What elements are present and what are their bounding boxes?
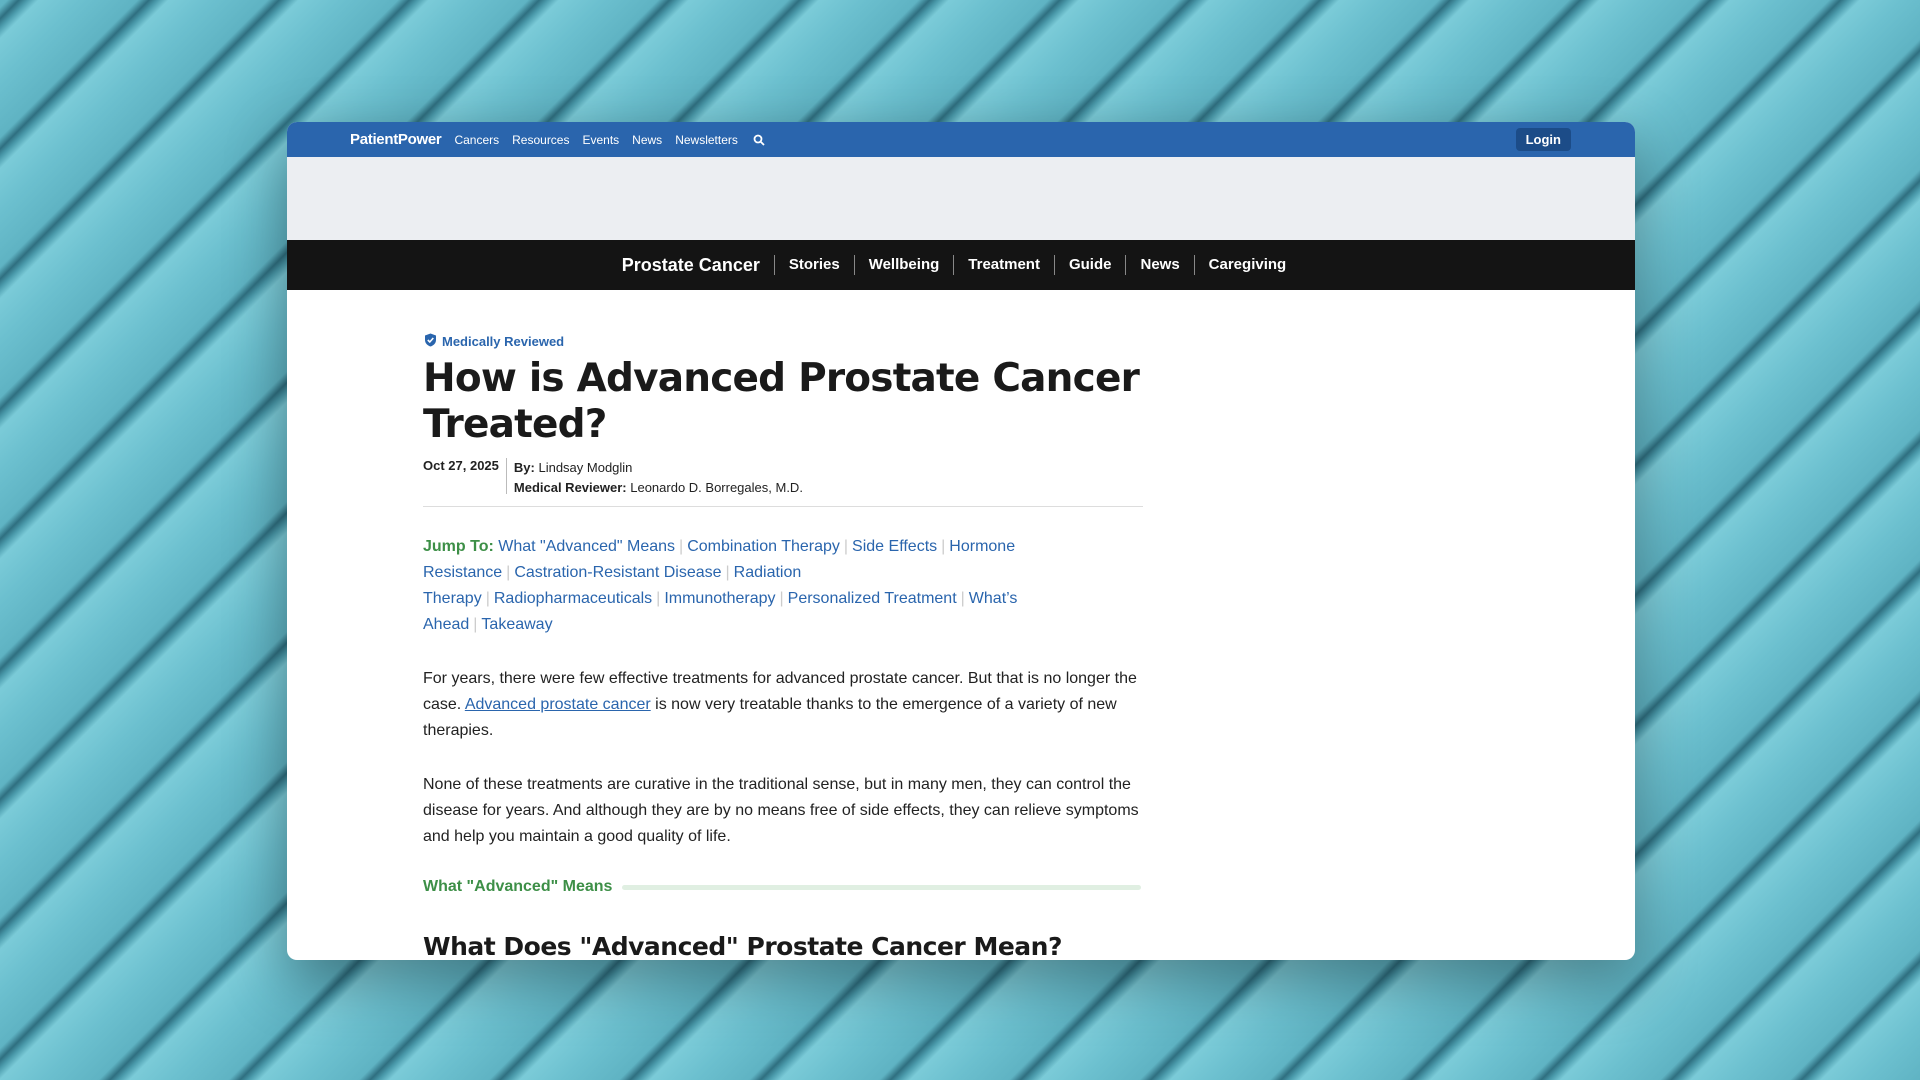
intro-paragraph: For years, there were few effective trea… bbox=[423, 666, 1143, 744]
section-divider: What "Advanced" Means bbox=[423, 878, 1141, 896]
jump-link[interactable]: Side Effects bbox=[852, 538, 937, 555]
jump-to-label: Jump To: bbox=[423, 538, 494, 555]
badge-label: Medically Reviewed bbox=[442, 334, 565, 349]
jump-link[interactable]: Radiopharmaceuticals bbox=[494, 590, 652, 607]
jump-link[interactable]: What "Advanced" Means bbox=[498, 538, 675, 555]
tab-caregiving[interactable]: Caregiving bbox=[1193, 255, 1301, 275]
publish-date: Oct 27, 2025 bbox=[423, 458, 507, 494]
author-label: By: bbox=[513, 460, 535, 475]
tab-news[interactable]: News bbox=[1125, 255, 1193, 275]
ad-banner bbox=[287, 157, 1635, 240]
jump-to-links: Jump To: What "Advanced" Means | Combinati… bbox=[423, 538, 1018, 633]
nav-resources[interactable]: Resources bbox=[512, 133, 569, 147]
reviewer-name[interactable]: Leonardo D. Borregales, M.D. bbox=[630, 480, 803, 495]
top-bar: PatientPower Cancers Resources Events Ne… bbox=[287, 122, 1635, 157]
nav-newsletters[interactable]: Newsletters bbox=[675, 133, 738, 147]
jump-link[interactable]: Takeaway bbox=[481, 616, 552, 633]
nav-events[interactable]: Events bbox=[582, 133, 619, 147]
tab-treatment[interactable]: Treatment bbox=[953, 255, 1054, 275]
jump-link[interactable]: Castration-Resistant Disease bbox=[514, 564, 721, 581]
author-name[interactable]: Lindsay Modglin bbox=[538, 460, 632, 475]
article-meta: Oct 27, 2025 By: Lindsay Modglin Medical… bbox=[423, 458, 1143, 507]
site-logo[interactable]: PatientPower bbox=[350, 131, 442, 148]
medically-reviewed-badge: Medically Reviewed bbox=[424, 333, 1147, 350]
nav-news[interactable]: News bbox=[632, 133, 662, 147]
jump-link[interactable]: Combination Therapy bbox=[687, 538, 840, 555]
article-title: How is Advanced Prostate Cancer Treated? bbox=[423, 356, 1140, 447]
jump-link[interactable]: Personalized Treatment bbox=[788, 590, 957, 607]
section-heading: What Does "Advanced" Prostate Cancer Mea… bbox=[423, 932, 1062, 960]
section-label: What "Advanced" Means bbox=[423, 878, 613, 895]
tab-wellbeing[interactable]: Wellbeing bbox=[853, 255, 954, 275]
browser-window: PatientPower Cancers Resources Events Ne… bbox=[287, 122, 1635, 960]
tab-guide[interactable]: Guide bbox=[1053, 255, 1126, 275]
search-icon[interactable] bbox=[753, 134, 765, 146]
section-rule bbox=[622, 884, 1141, 890]
top-nav: Cancers Resources Events News Newsletter… bbox=[454, 133, 765, 147]
nav-cancers[interactable]: Cancers bbox=[454, 133, 499, 147]
byline: By: Lindsay Modglin Medical Reviewer: Le… bbox=[507, 458, 803, 498]
tab-stories[interactable]: Stories bbox=[773, 255, 854, 275]
shield-check-icon bbox=[424, 333, 437, 350]
reviewer-label: Medical Reviewer: bbox=[513, 480, 627, 495]
second-paragraph: None of these treatments are curative in… bbox=[423, 776, 1139, 845]
advanced-prostate-cancer-link[interactable]: Advanced prostate cancer bbox=[465, 696, 651, 713]
jump-link[interactable]: Immunotherapy bbox=[664, 590, 775, 607]
article-content: Medically Reviewed How is Advanced Prost… bbox=[287, 290, 1147, 960]
category-nav: Prostate Cancer Stories Wellbeing Treatm… bbox=[287, 240, 1635, 290]
category-brand[interactable]: Prostate Cancer bbox=[622, 255, 760, 276]
login-button[interactable]: Login bbox=[1515, 128, 1571, 151]
